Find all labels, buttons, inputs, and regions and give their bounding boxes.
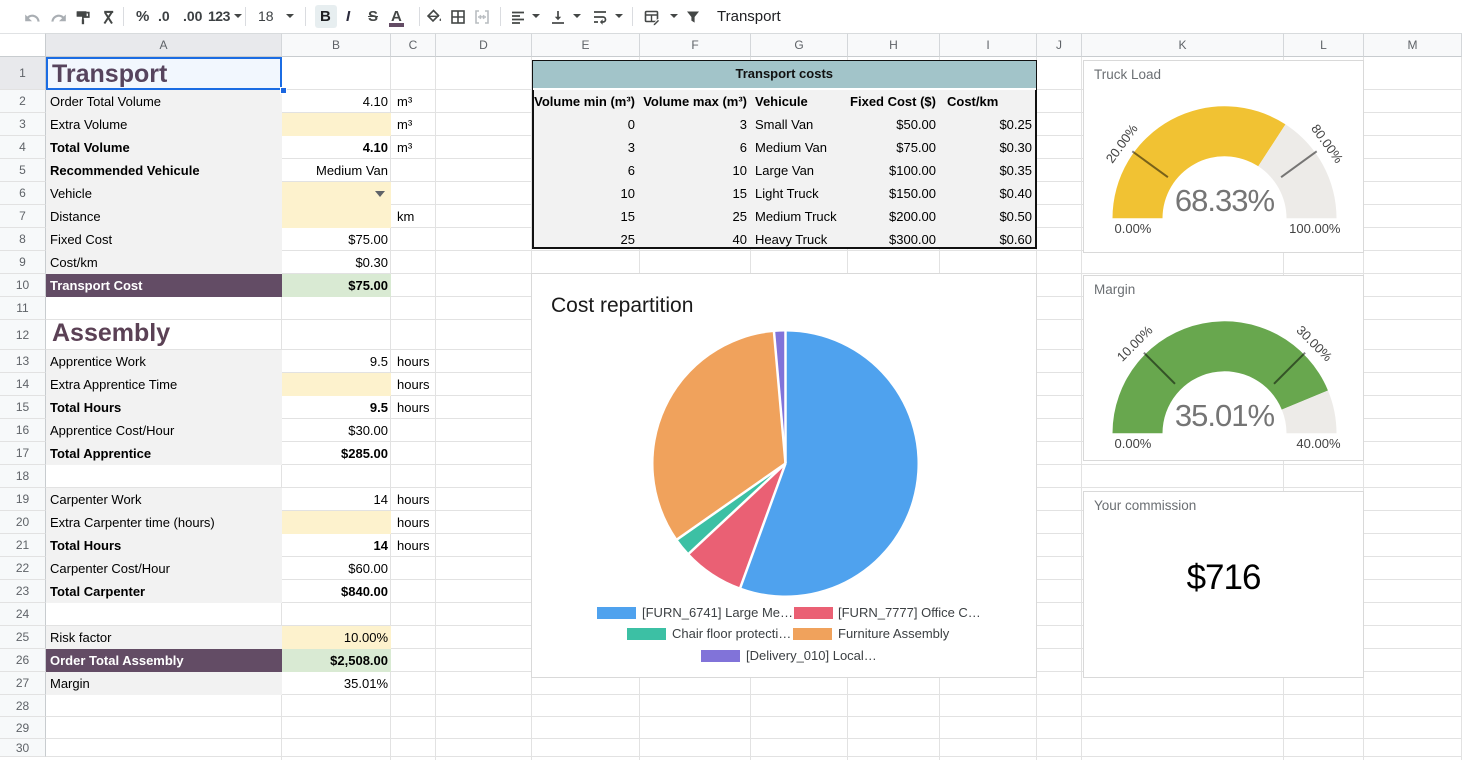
svg-text:0.00%: 0.00%	[1115, 221, 1152, 236]
svg-text:40.00%: 40.00%	[1296, 435, 1341, 450]
svg-text:0.00%: 0.00%	[1115, 435, 1152, 450]
svg-text:35.01%: 35.01%	[1175, 397, 1275, 432]
svg-text:100.00%: 100.00%	[1289, 221, 1341, 236]
svg-text:68.33%: 68.33%	[1175, 183, 1275, 218]
